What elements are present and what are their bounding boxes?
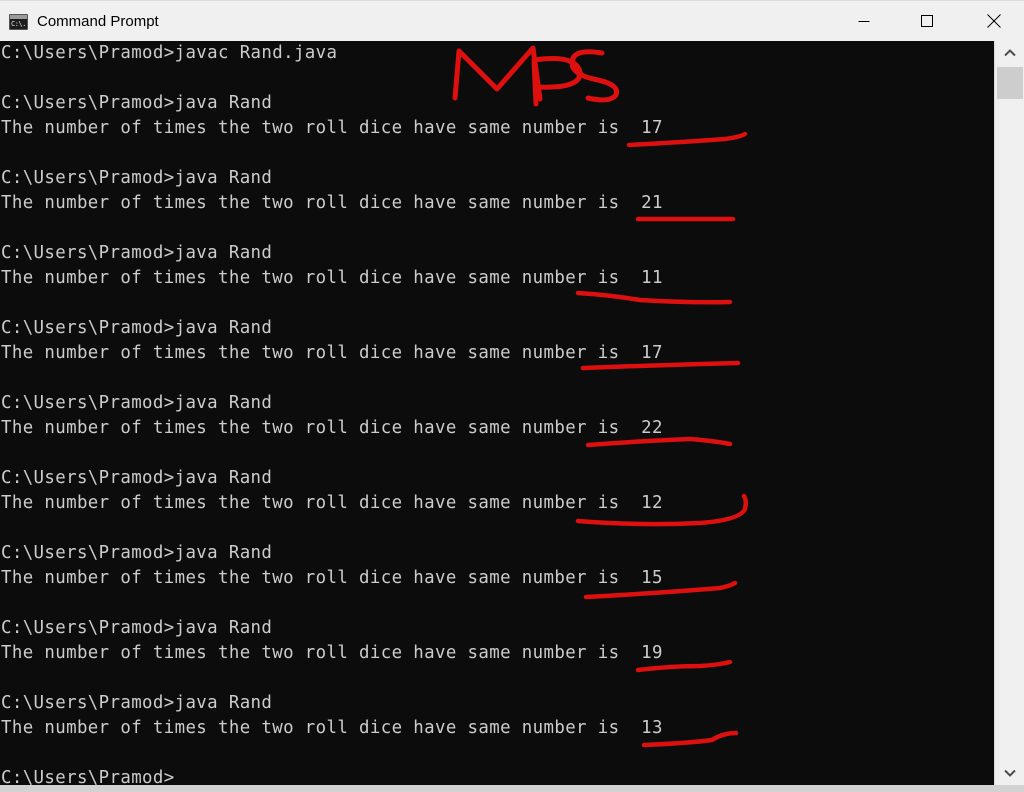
console-line: The number of times the two roll dice ha… — [1, 268, 663, 288]
scrollbar-thumb[interactable] — [997, 67, 1023, 99]
console-line: The number of times the two roll dice ha… — [1, 643, 663, 663]
scrollbar-down-button[interactable] — [995, 761, 1024, 785]
console-line: The number of times the two roll dice ha… — [1, 193, 663, 213]
console-icon: C:\. — [9, 13, 28, 30]
console-line: C:\Users\Pramod> — [1, 768, 175, 785]
console-line: C:\Users\Pramod>java Rand — [1, 543, 273, 563]
console-line: C:\Users\Pramod>java Rand — [1, 393, 273, 413]
console-text: C:\Users\Pramod>javac Rand.java C:\Users… — [0, 41, 663, 785]
console-line: The number of times the two roll dice ha… — [1, 493, 663, 513]
minimize-icon — [858, 21, 870, 22]
minimize-button[interactable] — [841, 1, 887, 41]
close-button[interactable] — [971, 1, 1017, 41]
window-bottom-edge — [0, 785, 1024, 792]
console-line: C:\Users\Pramod>javac Rand.java — [1, 43, 338, 63]
console-line: The number of times the two roll dice ha… — [1, 418, 663, 438]
title-bar[interactable]: C:\. Command Prompt — [0, 0, 1024, 41]
scrollbar-up-button[interactable] — [995, 41, 1024, 65]
console-line: C:\Users\Pramod>java Rand — [1, 618, 273, 638]
chevron-down-icon — [1003, 769, 1016, 777]
maximize-button[interactable] — [904, 1, 950, 41]
console-line: The number of times the two roll dice ha… — [1, 343, 663, 363]
console-icon-text: C:\. — [11, 19, 26, 28]
console-output-area[interactable]: C:\Users\Pramod>javac Rand.java C:\Users… — [0, 41, 994, 785]
console-line: C:\Users\Pramod>java Rand — [1, 693, 273, 713]
console-line: C:\Users\Pramod>java Rand — [1, 168, 273, 188]
window-title: Command Prompt — [37, 13, 159, 30]
console-line: C:\Users\Pramod>java Rand — [1, 93, 273, 113]
console-line: C:\Users\Pramod>java Rand — [1, 468, 273, 488]
console-line: C:\Users\Pramod>java Rand — [1, 243, 273, 263]
console-line: The number of times the two roll dice ha… — [1, 118, 663, 138]
command-prompt-window: C:\. Command Prompt C:\Users\Pramod>java… — [0, 0, 1024, 792]
title-bar-left-group: C:\. Command Prompt — [9, 1, 159, 42]
chevron-up-icon — [1003, 49, 1016, 57]
console-line: C:\Users\Pramod>java Rand — [1, 318, 273, 338]
close-icon — [987, 14, 1001, 28]
console-line: The number of times the two roll dice ha… — [1, 568, 663, 588]
vertical-scrollbar[interactable] — [994, 41, 1024, 785]
maximize-icon — [921, 15, 933, 27]
console-line: The number of times the two roll dice ha… — [1, 718, 663, 738]
scrollbar-track[interactable] — [995, 65, 1024, 761]
